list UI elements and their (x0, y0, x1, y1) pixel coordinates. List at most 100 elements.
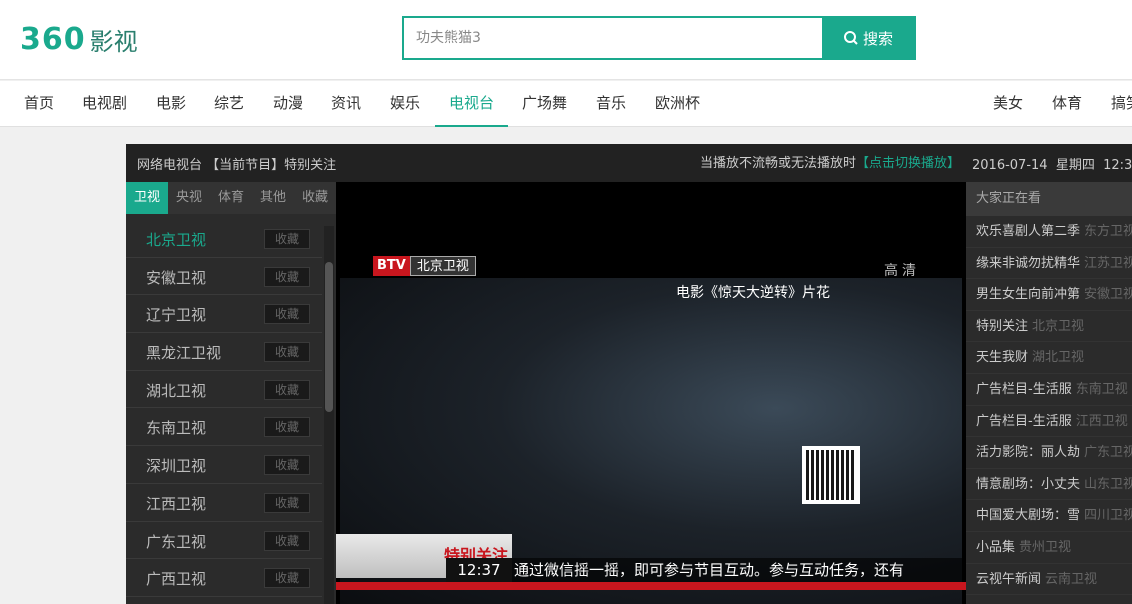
program-source: 江苏卫视 (1084, 255, 1132, 271)
channel-item[interactable]: 北京卫视 收藏 (126, 220, 322, 258)
favorite-button[interactable]: 收藏 (264, 492, 310, 513)
now-watching-item[interactable]: 中国爱大剧场：雪 四川卫视 (966, 500, 1132, 532)
program-name: 男生女生向前冲第 (976, 287, 1081, 303)
search-box: 搜索 (402, 16, 916, 60)
scroll-thumb[interactable] (325, 262, 333, 412)
switch-tip-text: 当播放不流畅或无法播放时 (700, 156, 857, 171)
program-name: 情意剧场：小丈夫 (976, 476, 1081, 492)
nav-item-sports[interactable]: 体育 (1052, 81, 1082, 127)
now-watching-item[interactable]: 云视午新闻 云南卫视 (966, 564, 1132, 596)
program-source: 湖北卫视 (1032, 350, 1085, 366)
program-name: 小品集 (976, 539, 1016, 555)
favorite-button[interactable]: 收藏 (264, 266, 310, 287)
favorite-button[interactable]: 收藏 (264, 304, 310, 325)
logo-text: 影视 (89, 28, 138, 56)
channel-panel: 卫视 央视 体育 其他 收藏 北京卫视 收藏 安徽卫视 收藏 辽宁卫视 收藏 黑龙江卫… (126, 182, 336, 604)
channel-name: 湖北卫视 (146, 381, 207, 400)
video-area[interactable]: BTV 北京卫视 高清 电影《惊天大逆转》片花 特别关注 12:37 通过微信摇… (336, 182, 966, 604)
channel-item[interactable]: 黑龙江卫视 收藏 (126, 333, 322, 371)
nav-item-beauty[interactable]: 美女 (993, 81, 1023, 127)
now-watching-item[interactable]: 广告栏目-生活服 江西卫视 (966, 406, 1132, 438)
channel-name: 广东卫视 (146, 532, 207, 551)
program-source: 山东卫视 (1084, 476, 1132, 492)
channel-item[interactable]: 东南卫视 收藏 (126, 408, 322, 447)
favorite-button[interactable]: 收藏 (264, 379, 310, 400)
channel-name: 安徽卫视 (146, 268, 207, 287)
channel-item[interactable]: 江西卫视 收藏 (126, 484, 322, 522)
favorite-button[interactable]: 收藏 (264, 229, 310, 249)
favorite-button[interactable]: 收藏 (264, 417, 310, 438)
program-source: 安徽卫视 (1084, 287, 1132, 303)
quality-label: 高清 (884, 263, 920, 279)
program-name: 缘来非诚勿扰精华 (976, 255, 1081, 271)
program-source: 四川卫视 (1084, 508, 1132, 524)
channel-item[interactable]: 广西卫视 收藏 (126, 559, 322, 597)
news-ticker: 特别关注 12:37 通过微信摇一摇，即可参与节目互动。参与互动任务，还有 (336, 534, 966, 590)
now-watching-item[interactable]: 情意剧场：小丈夫 山东卫视 (966, 469, 1132, 501)
favorite-button[interactable]: 收藏 (264, 568, 310, 589)
nav-item-music[interactable]: 音乐 (596, 81, 626, 127)
switch-playback-link[interactable]: 【点击切换播放】 (856, 156, 960, 171)
program-name: 广告栏目-生活服 (976, 381, 1072, 397)
nav-item-home[interactable]: 首页 (24, 81, 54, 127)
now-watching-item[interactable]: 活力影院：丽人劫 广东卫视 (966, 437, 1132, 469)
now-watching-item[interactable]: 缘来非诚勿扰精华 江苏卫视 (966, 248, 1132, 280)
favorite-button[interactable]: 收藏 (264, 530, 310, 551)
channel-item[interactable]: 深圳卫视 收藏 (126, 446, 322, 484)
channel-name: 辽宁卫视 (146, 306, 207, 325)
channel-item[interactable]: 广东卫视 收藏 (126, 522, 322, 560)
tab-other[interactable]: 其他 (252, 182, 294, 214)
program-name: 欢乐喜剧人第二季 (976, 224, 1081, 239)
channel-name: 黑龙江卫视 (146, 344, 222, 363)
switch-tip: 当播放不流畅或无法播放时【点击切换播放】 (700, 152, 960, 171)
program-source: 北京卫视 (1032, 318, 1085, 334)
clock: 12:39: (1103, 158, 1132, 173)
search-button[interactable]: 搜索 (822, 18, 914, 58)
channel-item[interactable]: 湖北卫视 收藏 (126, 371, 322, 409)
search-icon (843, 31, 858, 45)
tab-sports[interactable]: 体育 (210, 182, 252, 214)
site-logo[interactable]: 360 影视 (20, 22, 138, 57)
nav-item-funny[interactable]: 搞笑 (1111, 81, 1132, 127)
nav-item-anime[interactable]: 动漫 (273, 81, 303, 127)
current-program: 网络电视台 【当前节目】特别关注 (137, 158, 337, 173)
search-input[interactable] (404, 18, 822, 58)
date-time: 2016-07-14 星期四 12:39: (972, 154, 1132, 173)
nav-item-entertainment[interactable]: 娱乐 (390, 81, 420, 127)
now-watching-item[interactable]: 特别关注 北京卫视 (966, 311, 1132, 343)
nav-item-movies[interactable]: 电影 (156, 81, 186, 127)
channel-name: 北京卫视 (146, 231, 207, 249)
nav-item-euro-cup[interactable]: 欧洲杯 (655, 81, 700, 127)
program-name: 特别关注 (976, 318, 1029, 334)
program-name: 天生我财 (976, 350, 1029, 366)
date: 2016-07-14 (972, 158, 1048, 173)
program-source: 贵州卫视 (1019, 539, 1072, 555)
tab-satellite[interactable]: 卫视 (126, 182, 168, 214)
now-watching-item[interactable]: 欢乐喜剧人第二季 东方卫视 (966, 216, 1132, 248)
station-name: 北京卫视 (409, 256, 476, 276)
favorite-button[interactable]: 收藏 (264, 342, 310, 363)
now-watching-item[interactable]: 广告栏目-生活服 东南卫视 (966, 374, 1132, 406)
channel-item[interactable]: 辽宁卫视 收藏 (126, 295, 322, 334)
nav-item-news[interactable]: 资讯 (331, 81, 361, 127)
ticker-time: 12:37 (446, 558, 512, 582)
nav-item-variety[interactable]: 综艺 (214, 81, 244, 127)
program-source: 东南卫视 (1075, 381, 1128, 397)
tab-cctv[interactable]: 央视 (168, 182, 210, 214)
channel-name: 广西卫视 (146, 570, 207, 589)
nav-item-tv-series[interactable]: 电视剧 (82, 81, 127, 127)
channel-name: 江西卫视 (146, 494, 207, 513)
channel-list: 北京卫视 收藏 安徽卫视 收藏 辽宁卫视 收藏 黑龙江卫视 收藏 湖北卫视 收藏 东南卫视… (126, 220, 322, 597)
search-button-label: 搜索 (862, 29, 893, 48)
channel-item[interactable]: 安徽卫视 收藏 (126, 258, 322, 296)
channel-scrollbar[interactable] (324, 226, 334, 604)
now-watching-item[interactable]: 天生我财 湖北卫视 (966, 342, 1132, 374)
program-source: 广东卫视 (1084, 445, 1132, 461)
btv-mark: BTV (373, 256, 410, 276)
now-watching-item[interactable]: 小品集 贵州卫视 (966, 532, 1132, 564)
nav-item-tv-stations[interactable]: 电视台 (435, 81, 509, 127)
tab-favorites[interactable]: 收藏 (294, 182, 336, 214)
favorite-button[interactable]: 收藏 (264, 455, 310, 476)
nav-item-square-dance[interactable]: 广场舞 (522, 81, 567, 127)
now-watching-item[interactable]: 男生女生向前冲第 安徽卫视 (966, 279, 1132, 311)
